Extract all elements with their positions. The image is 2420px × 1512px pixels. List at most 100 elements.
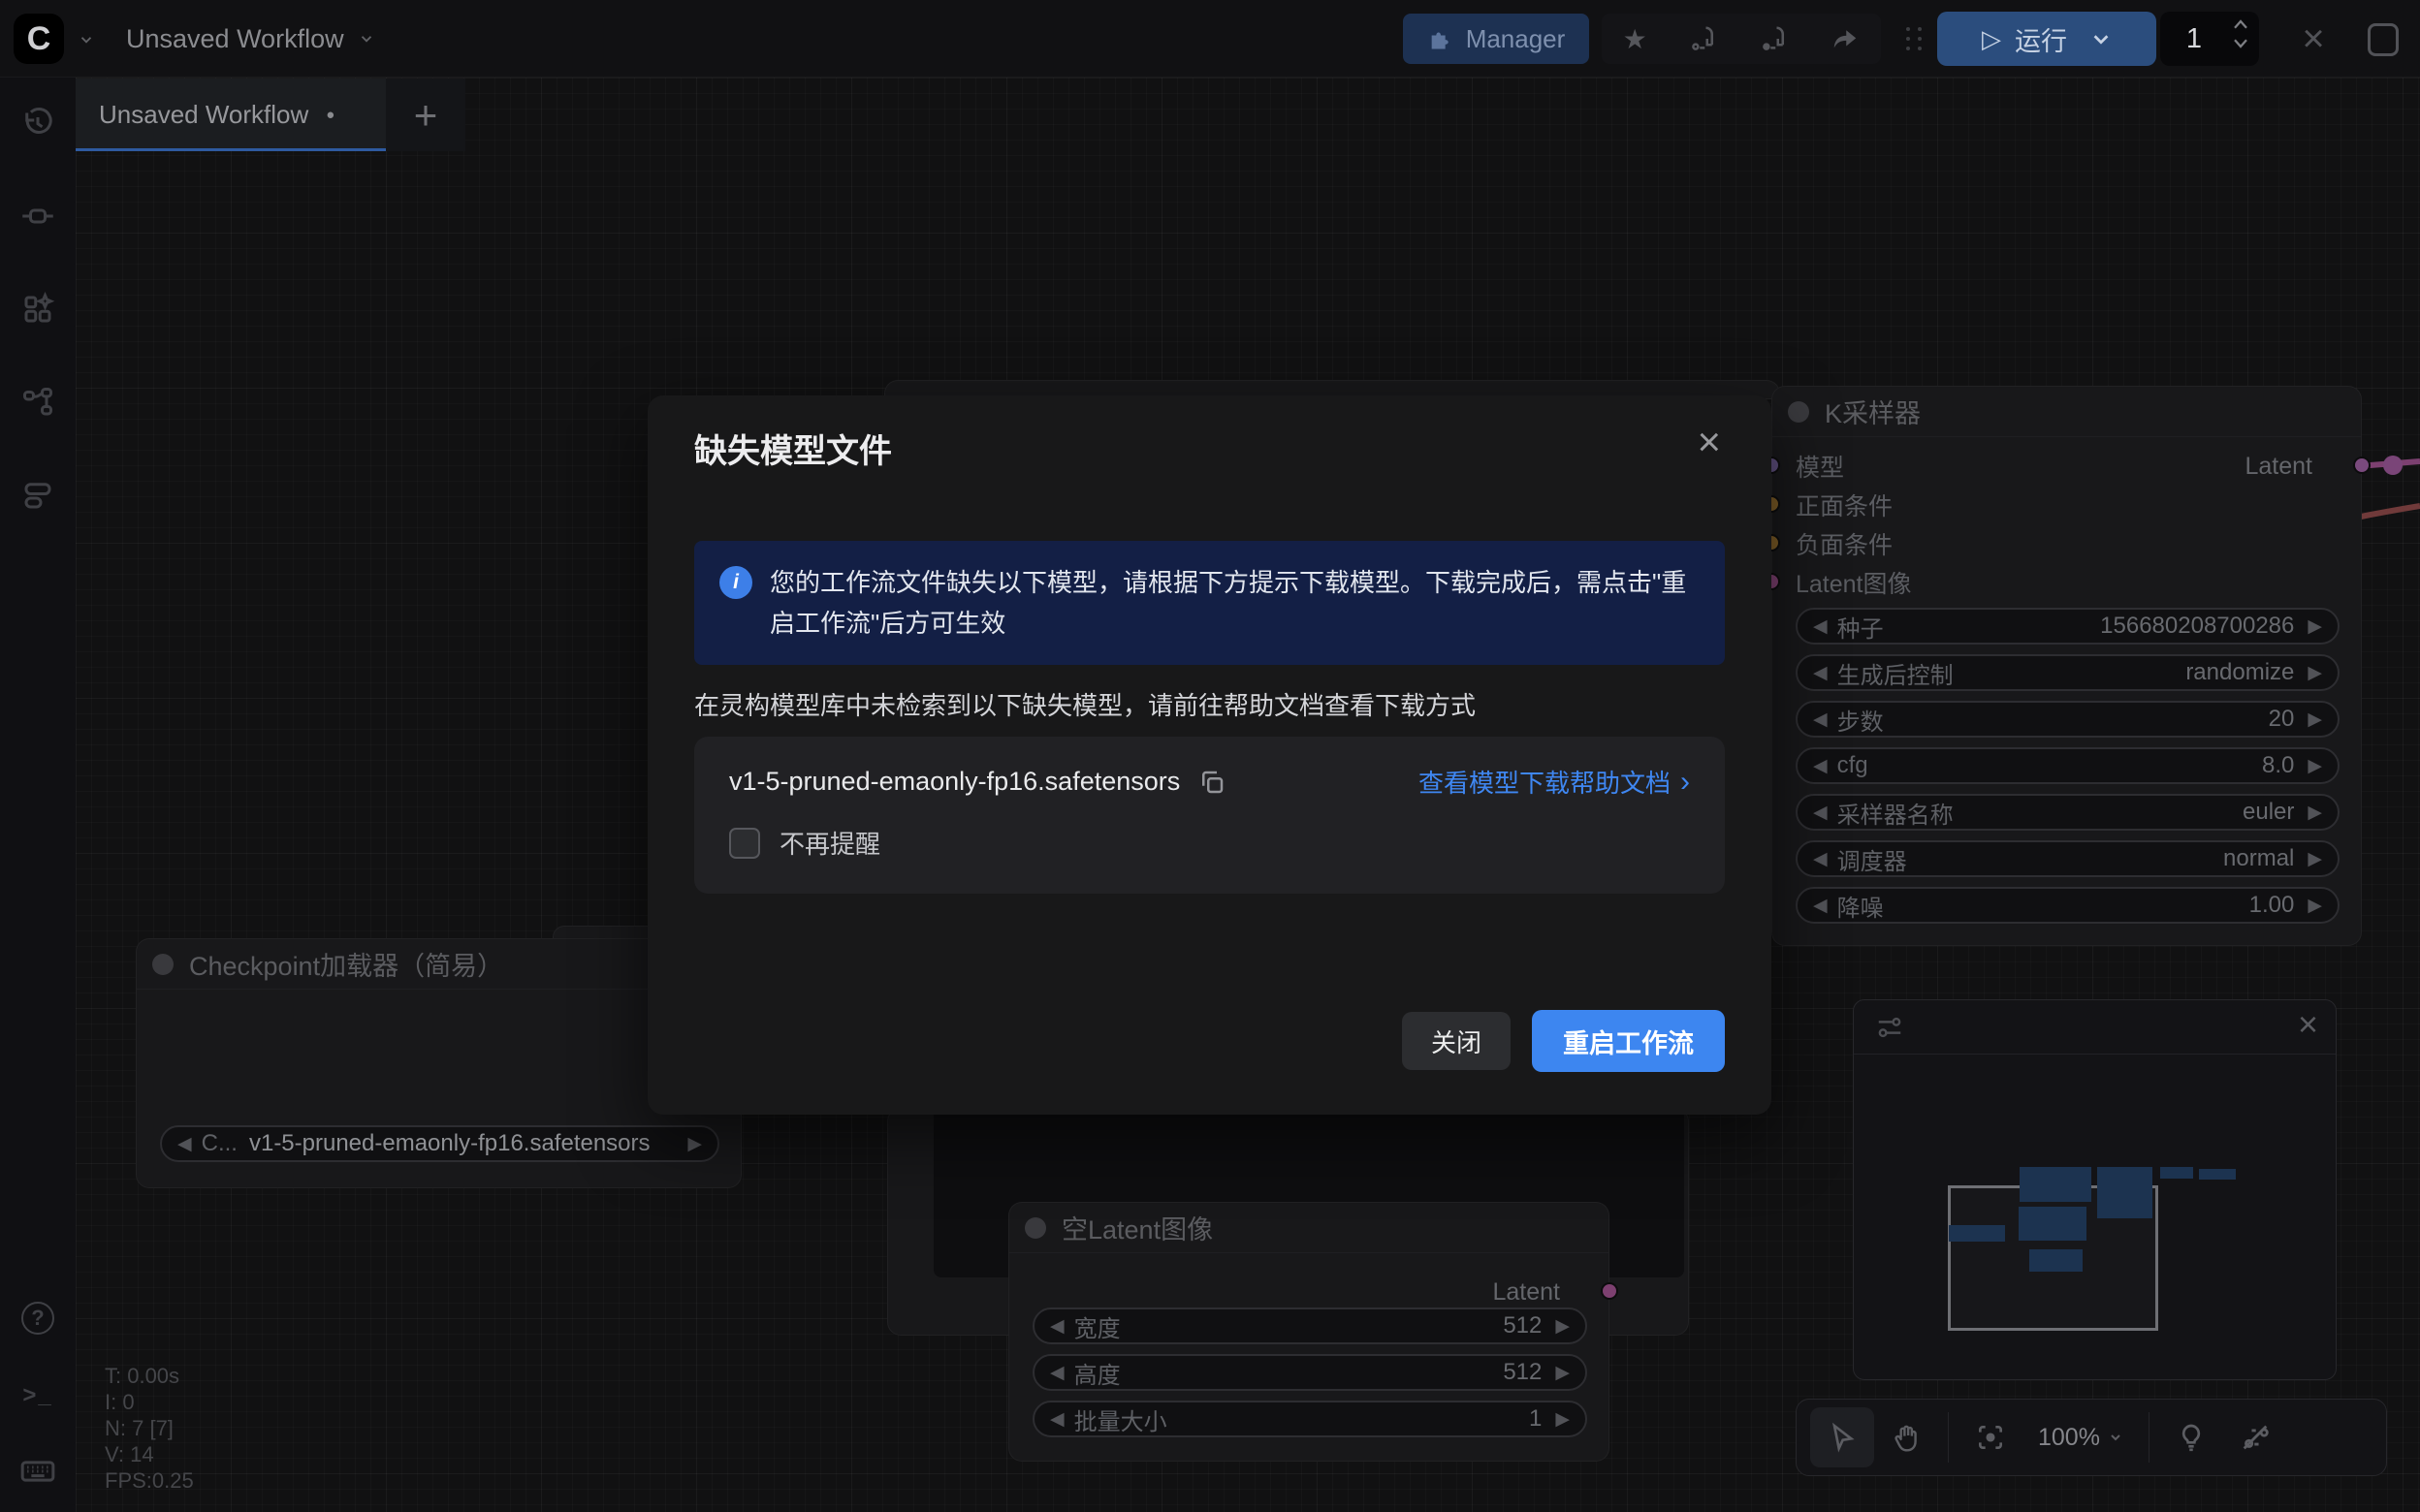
next-icon[interactable]: ▶ [2308, 803, 2322, 822]
left-sidebar: ? >_ [0, 78, 76, 1512]
prev-icon[interactable]: ◀ [1813, 897, 1828, 915]
next-icon[interactable]: ▶ [2308, 664, 2322, 682]
dialog-description: 在灵构模型库中未检索到以下缺失模型，请前往帮助文档查看下载方式 [694, 686, 1476, 722]
prev-icon[interactable]: ◀ [1050, 1317, 1065, 1336]
chevron-down-icon [358, 30, 375, 47]
widget-ckpt-name[interactable]: ◀ C... v1-5-pruned-emaonly-fp16.safetens… [160, 1125, 719, 1162]
minimap-node [2029, 1249, 2083, 1272]
widget-control-after-generate[interactable]: ◀ 生成后控制 randomize ▶ [1796, 654, 2340, 691]
perf-stats: T: 0.00s I: 0 N: 7 [7] V: 14 FPS:0.25 [105, 1363, 194, 1494]
prev-icon[interactable]: ◀ [1813, 710, 1828, 729]
increment-icon[interactable] [2232, 18, 2249, 30]
workflows-icon[interactable] [0, 373, 76, 431]
new-tab-button[interactable]: + [386, 79, 465, 151]
node-empty-latent[interactable]: 空Latent图像 Latent ◀ 宽度 512 ▶ ◀ 高度 512 ▶ ◀… [1008, 1202, 1609, 1462]
next-icon[interactable]: ▶ [1555, 1410, 1570, 1429]
dialog-title: 缺失模型文件 [694, 425, 892, 472]
clean-workflow-icon[interactable] [1689, 24, 1718, 53]
node-ksampler[interactable]: K采样器 模型 正面条件 负面条件 Latent图像 Latent ◀ 种子 1… [1771, 386, 2362, 946]
minimap-settings-icon[interactable] [1875, 1013, 1904, 1042]
close-dialog-button[interactable]: 关闭 [1402, 1012, 1511, 1070]
next-icon[interactable]: ▶ [2308, 710, 2322, 729]
widget-sampler-name[interactable]: ◀ 采样器名称 euler ▶ [1796, 794, 2340, 831]
decrement-icon[interactable] [2232, 38, 2249, 49]
next-icon[interactable]: ▶ [2308, 850, 2322, 868]
logo-chevron-down-icon[interactable] [78, 31, 95, 48]
prev-icon[interactable]: ◀ [1050, 1410, 1065, 1429]
pan-tool-button[interactable] [1874, 1407, 1938, 1467]
node-header[interactable]: 空Latent图像 [1009, 1203, 1608, 1253]
comfyui-logo[interactable]: C [14, 14, 64, 64]
next-icon[interactable]: ▶ [2308, 757, 2322, 775]
panel-toggle-icon[interactable] [2368, 23, 2399, 56]
collapse-dot-icon[interactable] [1788, 401, 1809, 423]
model-library-icon[interactable] [0, 280, 76, 338]
stat-nodes: N: 7 [7] [105, 1415, 194, 1441]
workflow-title-menu[interactable]: Unsaved Workflow [126, 0, 375, 78]
minimap-node [2020, 1167, 2091, 1202]
active-tab-underline [76, 148, 386, 151]
prev-icon[interactable]: ◀ [1813, 803, 1828, 822]
prev-icon[interactable]: ◀ [1813, 617, 1828, 636]
node-library-icon[interactable] [0, 187, 76, 245]
clean-all-icon[interactable] [1760, 24, 1789, 53]
node-header[interactable]: K采样器 [1772, 387, 2361, 437]
select-tool-button[interactable] [1810, 1407, 1874, 1467]
widget-scheduler[interactable]: ◀ 调度器 normal ▶ [1796, 840, 2340, 877]
drag-handle[interactable] [1904, 27, 1926, 52]
model-download-help-link[interactable]: 查看模型下载帮助文档 › [1418, 764, 1690, 800]
terminal-icon[interactable]: >_ [0, 1367, 76, 1425]
node-title-label: 空Latent图像 [1062, 1209, 1213, 1246]
widget-height[interactable]: ◀ 高度 512 ▶ [1033, 1354, 1587, 1391]
widget-seed[interactable]: ◀ 种子 156680208700286 ▶ [1796, 608, 2340, 645]
minimap-close-icon[interactable]: × [2298, 1004, 2318, 1045]
dont-remind-checkbox[interactable] [729, 828, 760, 859]
widget-width[interactable]: ◀ 宽度 512 ▶ [1033, 1307, 1587, 1344]
next-icon[interactable]: ▶ [1555, 1364, 1570, 1382]
widget-denoise[interactable]: ◀ 降噪 1.00 ▶ [1796, 887, 2340, 924]
copy-icon[interactable] [1197, 768, 1226, 797]
collapse-dot-icon[interactable] [152, 954, 174, 975]
run-button[interactable]: ▷ 运行 [1937, 12, 2156, 66]
close-topbar-icon[interactable]: × [2284, 0, 2342, 78]
widget-batch-size[interactable]: ◀ 批量大小 1 ▶ [1033, 1401, 1587, 1437]
input-positive: 正面条件 [1772, 486, 2361, 524]
next-icon[interactable]: ▶ [2308, 897, 2322, 915]
next-icon[interactable]: ▶ [687, 1135, 702, 1153]
tab-unsaved-workflow[interactable]: Unsaved Workflow ● [76, 79, 386, 151]
toggle-link-render-button[interactable] [2159, 1407, 2223, 1467]
manager-button[interactable]: Manager [1403, 14, 1589, 64]
canvas-toolbar: 100% [1796, 1399, 2387, 1476]
templates-icon[interactable] [0, 466, 76, 524]
toggle-links-button[interactable] [2223, 1407, 2287, 1467]
queue-count-stepper[interactable]: 1 [2160, 12, 2259, 66]
stat-images: I: 0 [105, 1389, 194, 1415]
collapse-dot-icon[interactable] [1025, 1217, 1046, 1239]
minimap-node [2199, 1169, 2236, 1180]
chevron-right-icon: › [1680, 766, 1690, 799]
prev-icon[interactable]: ◀ [1813, 850, 1828, 868]
output-port-latent[interactable] [2353, 457, 2371, 474]
next-icon[interactable]: ▶ [1555, 1317, 1570, 1336]
output-port-latent[interactable] [1601, 1282, 1618, 1300]
star-icon[interactable]: ★ [1623, 23, 1647, 55]
run-options-chevron-icon[interactable] [2090, 28, 2112, 49]
prev-icon[interactable]: ◀ [1813, 757, 1828, 775]
restart-workflow-button[interactable]: 重启工作流 [1532, 1010, 1725, 1072]
minimap-body[interactable] [1854, 1055, 2336, 1380]
dialog-close-icon[interactable]: × [1697, 419, 1721, 465]
widget-steps[interactable]: ◀ 步数 20 ▶ [1796, 701, 2340, 738]
next-icon[interactable]: ▶ [2308, 617, 2322, 636]
zoom-level-dropdown[interactable]: 100% [2022, 1424, 2139, 1452]
info-banner-text: 您的工作流文件缺失以下模型，请根据下方提示下载模型。下载完成后，需点击"重启工作… [770, 562, 1700, 644]
share-icon[interactable] [1831, 24, 1860, 53]
prev-icon[interactable]: ◀ [1050, 1364, 1065, 1382]
prev-icon[interactable]: ◀ [1813, 664, 1828, 682]
widget-cfg[interactable]: ◀ cfg 8.0 ▶ [1796, 747, 2340, 784]
prev-icon[interactable]: ◀ [177, 1135, 192, 1153]
comfyui-app: K采样器 模型 正面条件 负面条件 Latent图像 Latent ◀ 种子 1… [0, 0, 2420, 1512]
keyboard-shortcuts-icon[interactable] [0, 1442, 76, 1500]
help-icon[interactable]: ? [0, 1289, 76, 1347]
fit-view-button[interactable] [1958, 1407, 2022, 1467]
queue-history-icon[interactable] [0, 94, 76, 152]
